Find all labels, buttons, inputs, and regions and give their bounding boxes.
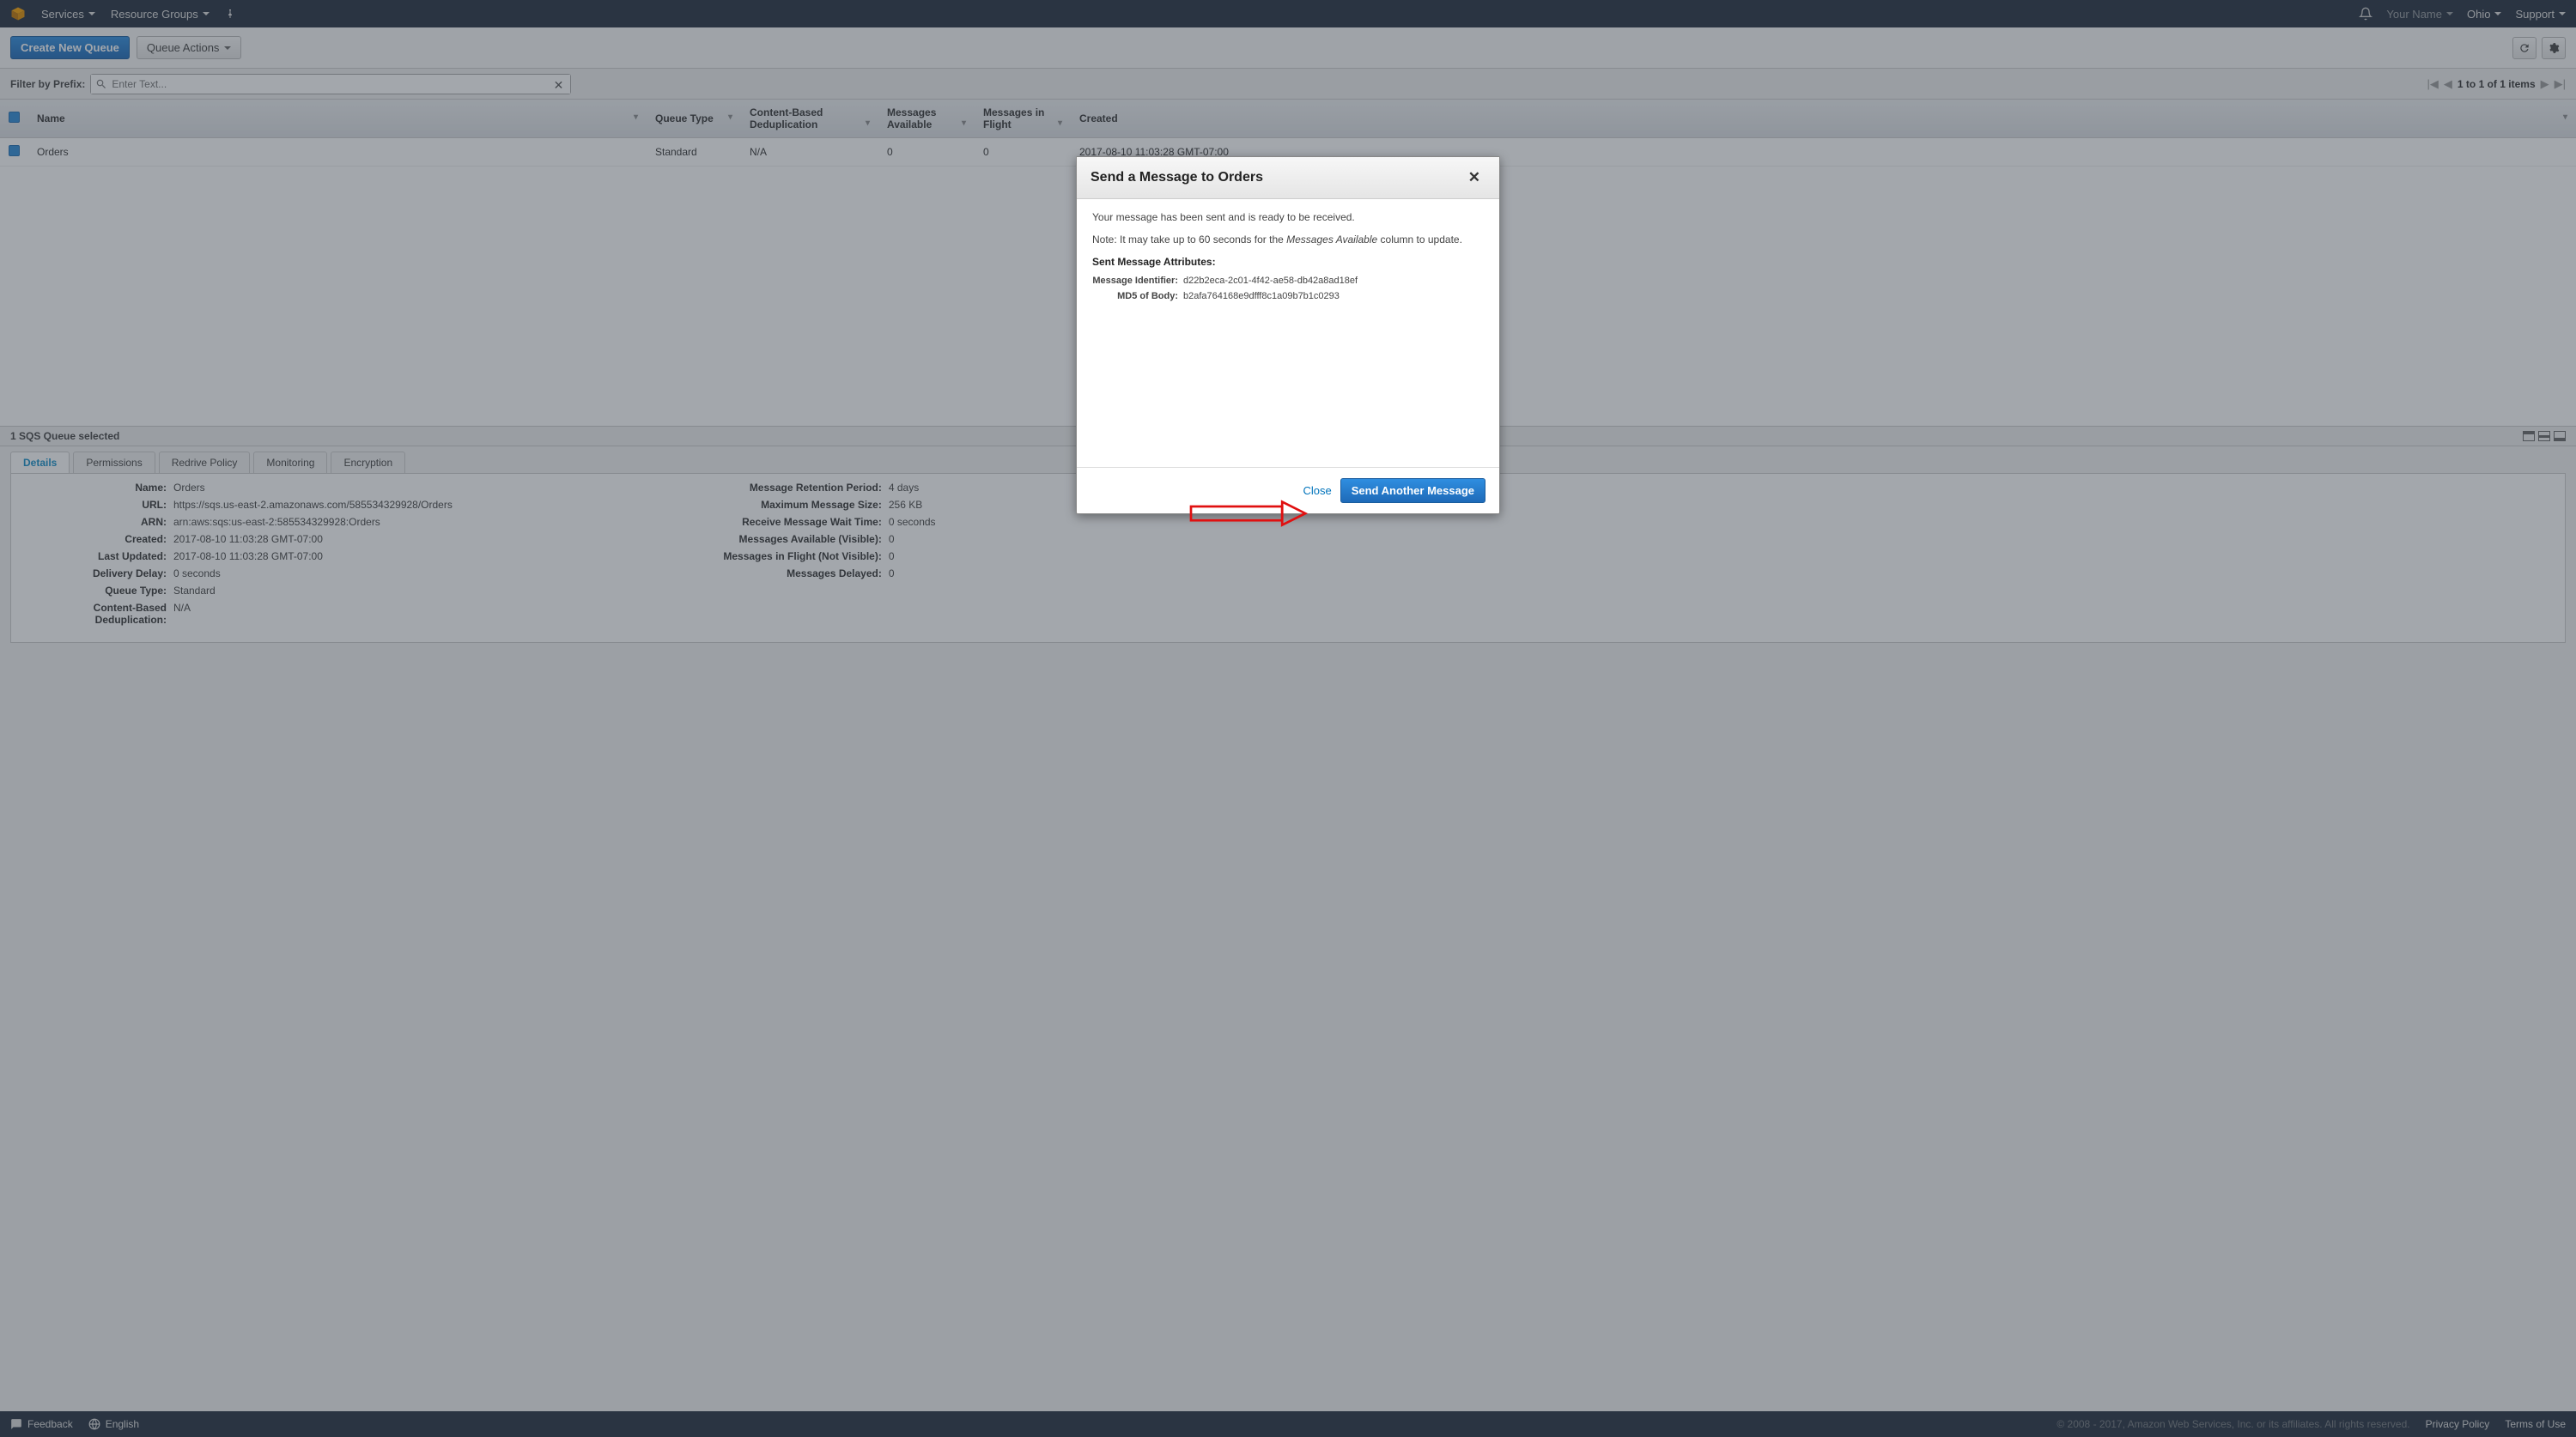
modal-attr-header: Sent Message Attributes:	[1092, 256, 1484, 268]
send-another-button[interactable]: Send Another Message	[1340, 478, 1485, 503]
note-prefix: Note: It may take up to 60 seconds for t…	[1092, 233, 1286, 246]
md5-label: MD5 of Body:	[1092, 291, 1178, 301]
modal-overlay: Send a Message to Orders ✕ Your message …	[0, 0, 2576, 1437]
modal-title: Send a Message to Orders	[1091, 170, 1263, 185]
modal-note-text: Note: It may take up to 60 seconds for t…	[1092, 233, 1484, 246]
md5-value: b2afa764168e9dfff8c1a09b7b1c0293	[1178, 291, 1340, 301]
modal-close-link[interactable]: Close	[1303, 484, 1331, 497]
msg-id-label: Message Identifier:	[1092, 276, 1178, 286]
modal-sent-text: Your message has been sent and is ready …	[1092, 211, 1484, 223]
note-em: Messages Available	[1286, 233, 1377, 246]
modal-footer: Close Send Another Message	[1077, 467, 1499, 513]
modal-body: Your message has been sent and is ready …	[1077, 199, 1499, 467]
modal-header: Send a Message to Orders ✕	[1077, 157, 1499, 199]
note-suffix: column to update.	[1377, 233, 1462, 246]
modal-close-button[interactable]: ✕	[1463, 167, 1485, 188]
send-message-modal: Send a Message to Orders ✕ Your message …	[1076, 156, 1500, 514]
msg-id-value: d22b2eca-2c01-4f42-ae58-db42a8ad18ef	[1178, 276, 1358, 286]
